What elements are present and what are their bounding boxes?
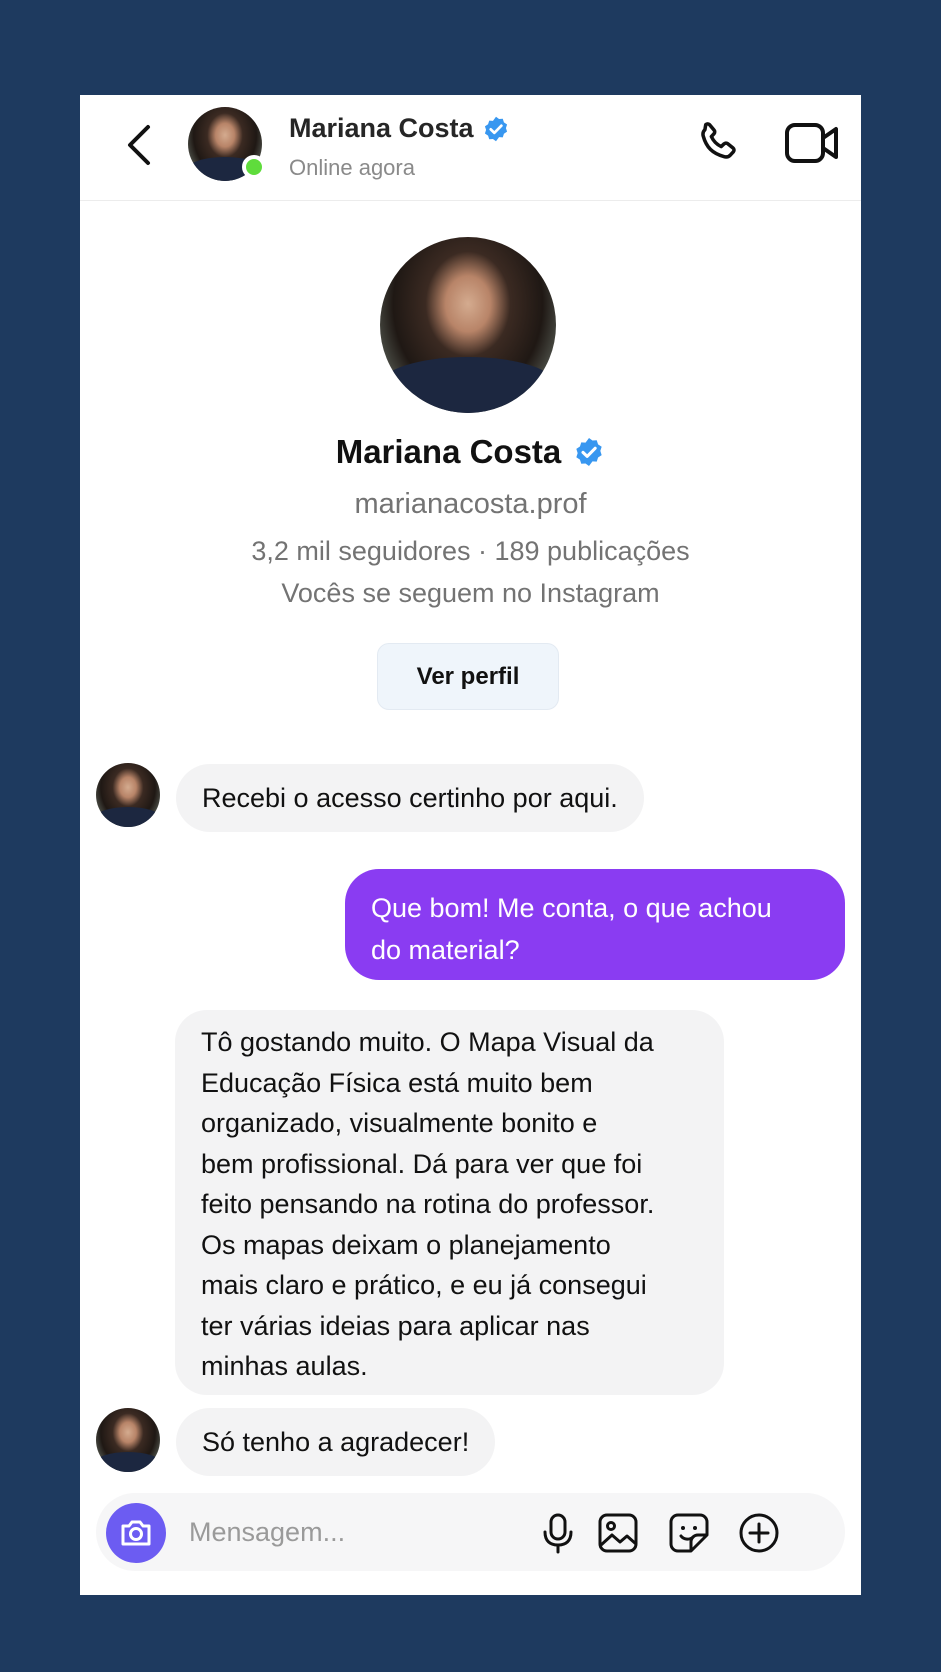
video-camera-icon (785, 123, 838, 163)
message-line: do material? (371, 935, 520, 965)
video-call-button[interactable] (784, 120, 840, 166)
mutual-follow-note: Vocês se seguem no Instagram (281, 578, 660, 608)
microphone-button[interactable] (536, 1511, 580, 1555)
back-button[interactable] (118, 119, 162, 171)
chat-header: Mariana Costa Online agora (80, 95, 861, 201)
contact-avatar[interactable] (188, 107, 266, 181)
contact-name-text: Mariana Costa (289, 113, 474, 143)
online-indicator (242, 155, 266, 179)
plus-circle-icon (739, 1513, 779, 1553)
message-line: organizado, visualmente bonito e (201, 1108, 598, 1138)
phone-icon (701, 122, 736, 159)
incoming-message[interactable]: Tô gostando muito. O Mapa Visual da Educ… (175, 1010, 724, 1395)
message-input[interactable] (189, 1509, 509, 1555)
message-line: Tô gostando muito. O Mapa Visual da (201, 1027, 654, 1057)
chat-screen: Mariana Costa Online agora Mariana Costa (80, 95, 861, 1595)
header-contact-name[interactable]: Mariana Costa (289, 113, 510, 144)
sticker-button[interactable] (667, 1511, 711, 1555)
outgoing-message[interactable]: Que bom! Me conta, o que achou do materi… (345, 869, 845, 980)
message-line: feito pensando na rotina do professor. (201, 1189, 655, 1219)
voice-call-button[interactable] (692, 117, 742, 169)
profile-name-text: Mariana Costa (335, 433, 562, 470)
add-button[interactable] (737, 1511, 781, 1555)
camera-button[interactable] (106, 1503, 166, 1563)
profile-photo[interactable] (380, 237, 556, 413)
message-line: mais claro e prático, e eu já consegui (201, 1270, 647, 1300)
message-line: Os mapas deixam o planejamento (201, 1229, 611, 1260)
message-avatar[interactable] (96, 763, 160, 827)
verified-badge-icon (576, 438, 602, 466)
verified-badge-icon (484, 116, 507, 141)
avatar-image (96, 763, 160, 827)
presence-status: Online agora (289, 155, 415, 180)
image-icon (598, 1513, 638, 1553)
profile-stats: 3,2 mil seguidores · 189 publicações (251, 536, 690, 566)
message-composer (96, 1493, 845, 1571)
chevron-left-icon (128, 125, 150, 165)
view-profile-button[interactable]: Ver perfil (377, 643, 559, 710)
message-line: Que bom! Me conta, o que achou (371, 893, 772, 923)
incoming-message[interactable]: Recebi o acesso certinho por aqui. (176, 764, 644, 832)
message-line: minhas aulas. (201, 1351, 368, 1381)
microphone-icon (543, 1513, 573, 1554)
camera-icon (121, 1520, 151, 1546)
avatar-image (96, 1408, 160, 1472)
message-line: Educação Física está muito bem (201, 1067, 593, 1098)
profile-username: marianacosta.prof (354, 488, 587, 520)
message-line: ter várias ideias para aplicar nas (201, 1310, 590, 1341)
sticker-icon (669, 1513, 709, 1553)
profile-name: Mariana Costa (80, 433, 861, 471)
profile-photo-image (380, 237, 556, 413)
incoming-message[interactable]: Só tenho a agradecer! (176, 1408, 496, 1476)
message-line: bem profissional. Dá para ver que foi (201, 1148, 643, 1179)
gallery-button[interactable] (596, 1511, 640, 1555)
message-avatar[interactable] (96, 1408, 160, 1472)
